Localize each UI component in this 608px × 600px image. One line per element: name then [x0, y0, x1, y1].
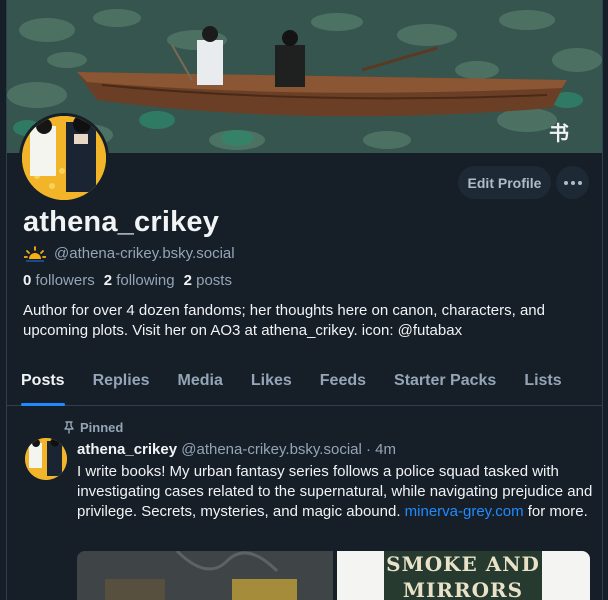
- profile-stats: 0 followers 2 following 2 posts: [23, 272, 232, 289]
- following-stat[interactable]: 2 following: [104, 272, 175, 289]
- profile-bio: Author for over 4 dozen fandoms; her tho…: [23, 302, 545, 339]
- post-author-name[interactable]: athena_crikey: [77, 441, 177, 458]
- ellipsis-icon: [563, 180, 568, 185]
- post-text: I write books! My urban fantasy series f…: [77, 463, 593, 520]
- post-image-1-content: [77, 551, 333, 600]
- post-header: athena_crikey @athena-crikey.bsky.social…: [77, 441, 396, 458]
- post-link[interactable]: minerva-grey.com: [405, 503, 524, 520]
- pin-icon: [64, 421, 74, 434]
- tab-lists[interactable]: Lists: [524, 358, 561, 405]
- tab-media[interactable]: Media: [178, 358, 223, 405]
- post-avatar-image: [25, 438, 67, 480]
- pinned-indicator: Pinned: [63, 420, 123, 435]
- post-image-2[interactable]: SMOKE AND MIRRORS: [337, 551, 590, 600]
- post-separator: ·: [366, 441, 371, 458]
- avatar-image: [22, 116, 106, 200]
- svg-text:书: 书: [549, 121, 569, 145]
- book-cover: SMOKE AND MIRRORS: [384, 551, 542, 600]
- post-author-avatar[interactable]: [25, 438, 67, 480]
- more-options-button[interactable]: [556, 166, 589, 199]
- posts-stat: 2 posts: [183, 272, 232, 289]
- tab-feeds[interactable]: Feeds: [320, 358, 366, 405]
- display-name: athena_crikey: [23, 206, 220, 238]
- profile-handle: @athena-crikey.bsky.social: [54, 245, 235, 262]
- edit-profile-button[interactable]: Edit Profile: [458, 166, 551, 199]
- tab-replies[interactable]: Replies: [93, 358, 150, 405]
- tab-posts[interactable]: Posts: [21, 358, 65, 406]
- profile-page: 书 Edit Profile athena_crikey @athena-cri…: [6, 0, 603, 600]
- post-image-1[interactable]: [77, 551, 333, 600]
- followers-stat[interactable]: 0 followers: [23, 272, 95, 289]
- profile-avatar[interactable]: [19, 113, 109, 203]
- tab-likes[interactable]: Likes: [251, 358, 292, 405]
- sun-icon: [24, 245, 46, 262]
- handle-row: @athena-crikey.bsky.social: [24, 245, 235, 262]
- tab-starter-packs[interactable]: Starter Packs: [394, 358, 496, 405]
- post-timestamp[interactable]: 4m: [375, 441, 396, 458]
- profile-tabs: Posts Replies Media Likes Feeds Starter …: [7, 358, 602, 406]
- post-author-handle[interactable]: @athena-crikey.bsky.social: [181, 441, 362, 458]
